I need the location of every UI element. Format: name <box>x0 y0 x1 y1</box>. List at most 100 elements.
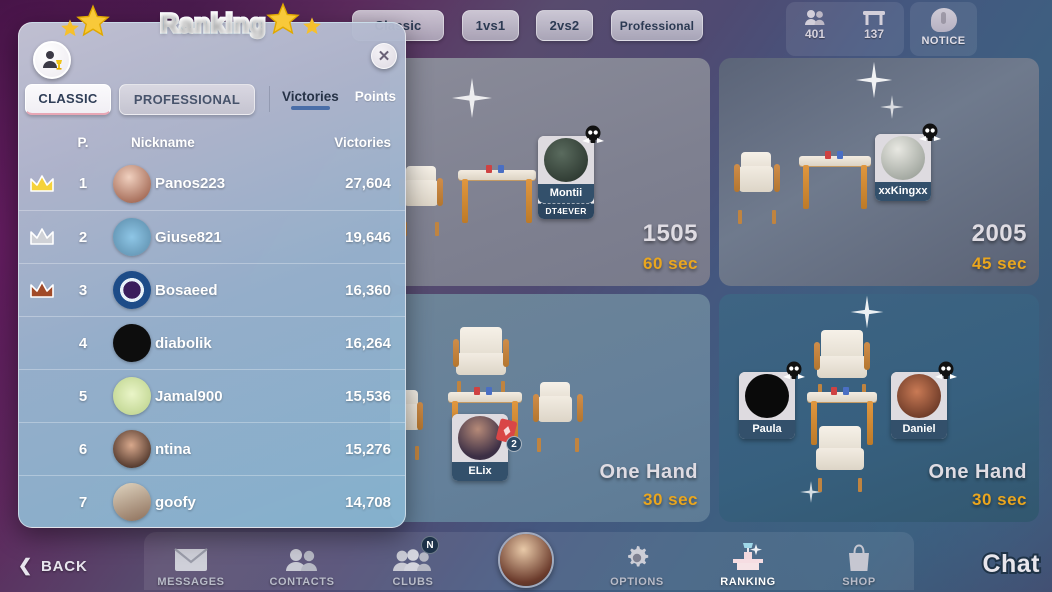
tab-victories[interactable]: Victories <box>282 89 339 110</box>
row-position: 2 <box>78 228 88 246</box>
row-nickname: goofy <box>155 493 196 511</box>
avatar[interactable] <box>498 532 554 588</box>
tab-classic[interactable]: CLASSIC <box>25 83 111 115</box>
player-plate[interactable]: Daniel <box>891 361 957 439</box>
table-time: 60 sec <box>643 254 698 273</box>
player-name: Montii <box>538 184 594 203</box>
avatar <box>113 271 151 309</box>
back-button[interactable]: ❮ BACK <box>18 556 88 576</box>
table-card[interactable]: Montii DT4EVER 1505 60 sec <box>390 58 710 286</box>
notice-label: NOTICE <box>921 35 966 47</box>
tab-classic-label: CLASSIC <box>38 91 98 106</box>
table-stakes: One Hand <box>928 461 1027 483</box>
tab-points[interactable]: Points <box>355 89 396 110</box>
player-plate[interactable]: Montii DT4EVER <box>538 125 604 219</box>
status-badge: N <box>421 536 439 554</box>
sidebar-item-contacts[interactable]: CONTACTS <box>246 534 358 588</box>
gear-icon <box>628 546 649 567</box>
chair <box>452 327 510 395</box>
table-row[interactable]: 4 diabolik 16,264 <box>19 316 405 369</box>
table-row[interactable]: 6 ntina 15,276 <box>19 422 405 475</box>
row-value: 27,604 <box>345 175 391 192</box>
player-name: Paula <box>739 420 795 439</box>
players-online-value: 401 <box>804 27 826 41</box>
crown-silver-icon <box>19 227 65 247</box>
table-time: 30 sec <box>972 490 1027 509</box>
row-value: 19,646 <box>345 228 391 246</box>
row-value: 15,276 <box>345 440 391 458</box>
player-name: xxKingxx <box>875 182 931 201</box>
mode-professional-button[interactable]: Professional <box>611 10 703 41</box>
tab-professional[interactable]: PROFESSIONAL <box>119 83 255 115</box>
avatar <box>113 164 151 203</box>
sidebar-item-ranking[interactable]: RANKING <box>692 534 804 588</box>
row-nickname: Jamal900 <box>155 387 223 405</box>
close-button[interactable]: ✕ <box>371 43 397 69</box>
sidebar-item-messages[interactable]: MESSAGES <box>135 534 247 588</box>
sidebar-item-label: OPTIONS <box>610 576 664 588</box>
sidebar-item-options[interactable]: OPTIONS <box>581 534 693 588</box>
mode-2vs2-button[interactable]: 2vs2 <box>536 10 593 41</box>
table-time: 30 sec <box>643 490 698 509</box>
mode-2vs2-label: 2vs2 <box>549 18 580 33</box>
player-name: ELix <box>452 462 508 481</box>
skull-icon <box>582 125 604 143</box>
row-position: 7 <box>78 493 88 511</box>
row-nickname: Bosaeed <box>155 281 218 299</box>
profile-silhouette-icon <box>43 51 62 70</box>
avatar <box>113 218 151 256</box>
player-name: Daniel <box>891 420 947 439</box>
header-value: Victories <box>334 134 391 150</box>
header-nickname: Nickname <box>131 134 195 150</box>
avatar <box>113 324 151 362</box>
mode-1vs1-button[interactable]: 1vs1 <box>462 10 519 41</box>
people-icon <box>805 10 825 25</box>
chat-button[interactable]: Chat <box>980 548 1041 580</box>
table-row[interactable]: 2 Giuse821 19,646 <box>19 210 405 263</box>
table-row[interactable]: 1 Panos223 27,604 <box>19 157 405 210</box>
row-nickname: Panos223 <box>155 175 226 192</box>
player-plate[interactable]: 2 ELix <box>452 414 522 481</box>
online-counters: 401 137 <box>786 2 904 56</box>
sidebar-item-label: CLUBS <box>392 576 434 588</box>
profile-trophy-icon[interactable] <box>33 41 71 79</box>
close-icon: ✕ <box>377 48 391 65</box>
row-nickname: ntina <box>155 440 191 458</box>
chair <box>733 152 781 224</box>
table-row[interactable]: 5 Jamal900 15,536 <box>19 369 405 422</box>
row-value: 16,264 <box>345 334 391 352</box>
avatar <box>113 430 151 468</box>
table-row[interactable]: 7 goofy 14,708 <box>19 475 405 527</box>
chair <box>532 382 584 452</box>
player-club-tag: DT4EVER <box>538 203 594 219</box>
row-position: 6 <box>78 440 88 458</box>
table-row[interactable]: 3 Bosaeed 16,360 <box>19 263 405 316</box>
skull-icon <box>783 361 805 379</box>
notice-button[interactable]: NOTICE <box>910 2 977 56</box>
table-card[interactable]: xxKingxx 2005 45 sec <box>719 58 1039 286</box>
bag-icon <box>849 544 869 571</box>
ranking-dialog: ✕ CLASSIC PROFESSIONAL Victories Points … <box>18 22 406 528</box>
tab-victories-label: Victories <box>282 88 339 104</box>
tables-open-value: 137 <box>863 27 885 41</box>
avatar <box>113 377 151 415</box>
sidebar-item-label: RANKING <box>720 576 776 588</box>
player-plate[interactable]: xxKingxx <box>875 123 941 201</box>
table-card[interactable]: 2 ELix One Hand 30 sec <box>390 294 710 522</box>
divider <box>269 86 270 112</box>
player-plate[interactable]: Paula <box>739 361 805 439</box>
table-card[interactable]: Paula Daniel One Hand 30 sec <box>719 294 1039 522</box>
table-stakes: 1505 <box>642 220 698 247</box>
row-nickname: Giuse821 <box>155 228 222 246</box>
ranking-filters: CLASSIC PROFESSIONAL Victories Points <box>19 77 405 121</box>
bottom-navigation: ❮ BACK MESSAGES CONTACTS N CLUBS OPTIONS… <box>0 530 1052 592</box>
row-position: 1 <box>78 175 88 192</box>
tables-open-counter: 137 <box>862 9 886 41</box>
sidebar-item-clubs[interactable]: N CLUBS <box>357 534 469 588</box>
chevron-left-icon: ❮ <box>18 556 34 575</box>
row-position: 3 <box>78 281 88 299</box>
players-online-counter: 401 <box>804 9 826 41</box>
ranking-list[interactable]: 1 Panos223 27,604 2 Giuse821 19,646 3 Bo… <box>19 157 405 527</box>
sidebar-item-shop[interactable]: SHOP <box>803 534 915 588</box>
tables-grid: Montii DT4EVER 1505 60 sec xxKingxx 2005… <box>390 58 1052 528</box>
